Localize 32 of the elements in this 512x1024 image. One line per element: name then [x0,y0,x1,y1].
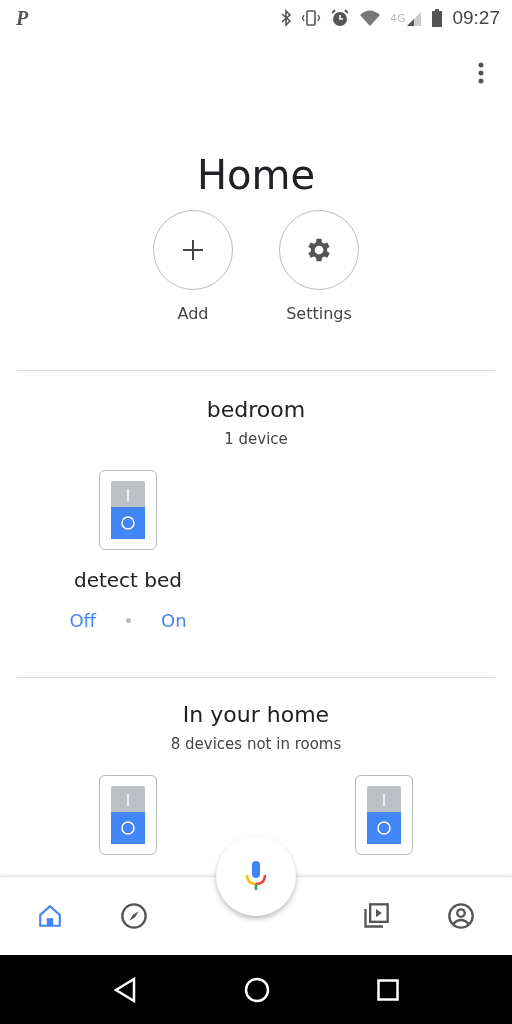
battery-icon [431,8,444,28]
more-options-icon[interactable] [478,62,484,84]
page-title: Home [195,151,317,200]
switch-tile[interactable] [355,775,413,855]
home-icon [36,903,63,929]
action-label: Settings [286,304,352,323]
device-count: 8 devices not in rooms [169,735,343,753]
plus-icon [182,239,204,261]
home-circle-icon[interactable] [244,976,270,1003]
compass-icon [120,902,149,930]
bluetooth-icon [279,9,292,27]
alarm-icon [329,8,350,28]
vibrate-icon [300,9,321,27]
voice-search-button[interactable] [216,836,296,916]
on-button[interactable]: On [161,610,187,631]
clock-time: 09:27 [452,7,500,29]
back-icon[interactable] [113,976,138,1003]
recents-icon[interactable] [376,978,399,1001]
device-count: 1 device [223,430,289,448]
device-name: detect bed [73,568,182,592]
notification-app-letter: P [16,6,29,30]
switch-tile[interactable] [99,775,157,855]
action-label: Add [177,304,209,323]
switch-tile[interactable] [99,470,157,550]
microphone-icon [245,861,267,891]
account-icon [447,902,476,930]
room-name: bedroom [205,397,307,422]
section-title: In your home [181,702,331,727]
network-type: 4G [389,11,406,25]
off-button[interactable]: Off [69,610,96,631]
media-library-icon [361,902,390,930]
wifi-icon [358,9,381,27]
